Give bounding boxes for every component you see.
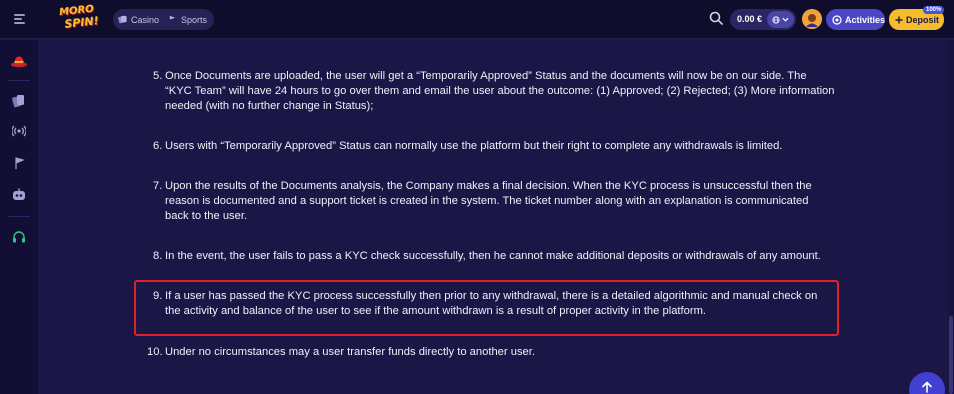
cards-icon[interactable] <box>10 92 28 110</box>
nav-casino[interactable]: Casino <box>118 15 159 25</box>
globe-icon <box>772 15 780 24</box>
sidebar-divider <box>8 80 30 81</box>
menu-icon[interactable] <box>14 14 25 24</box>
robot-icon[interactable] <box>10 186 28 204</box>
top-bar: MORO SPIN! Casino Sports 0.00 € Activiti… <box>0 0 954 39</box>
headphones-icon[interactable] <box>10 228 28 246</box>
site-logo[interactable]: MORO SPIN! <box>57 3 106 36</box>
casino-icon <box>118 15 127 24</box>
sports-icon <box>169 15 176 24</box>
deposit-bonus-badge: 100% <box>923 6 945 14</box>
deposit-label: Deposit <box>906 14 940 25</box>
search-icon[interactable] <box>709 11 723 30</box>
live-icon[interactable] <box>10 122 28 140</box>
activities-icon <box>832 14 842 25</box>
nav-switcher: Casino Sports <box>113 9 214 30</box>
flag-icon[interactable] <box>10 154 28 172</box>
activities-label: Activities <box>844 14 885 25</box>
balance-amount: 0.00 € <box>737 14 763 24</box>
arrow-up-icon <box>922 381 932 393</box>
activities-button[interactable]: Activities <box>826 9 885 30</box>
chevron-down-icon <box>782 17 789 22</box>
nav-sports-label: Sports <box>181 14 208 25</box>
hat-icon[interactable] <box>10 52 28 70</box>
scrollbar-thumb[interactable] <box>949 316 953 394</box>
nav-casino-label: Casino <box>131 14 160 25</box>
nav-sports[interactable]: Sports <box>168 15 207 25</box>
balance-selector[interactable]: 0.00 € <box>730 9 796 30</box>
terms-content: 5. Once Documents are uploaded, the user… <box>38 40 954 394</box>
avatar[interactable] <box>802 9 822 29</box>
sidebar <box>0 40 38 394</box>
currency-dropdown[interactable] <box>767 11 794 28</box>
sidebar-divider <box>8 216 30 217</box>
plus-icon <box>895 16 903 23</box>
